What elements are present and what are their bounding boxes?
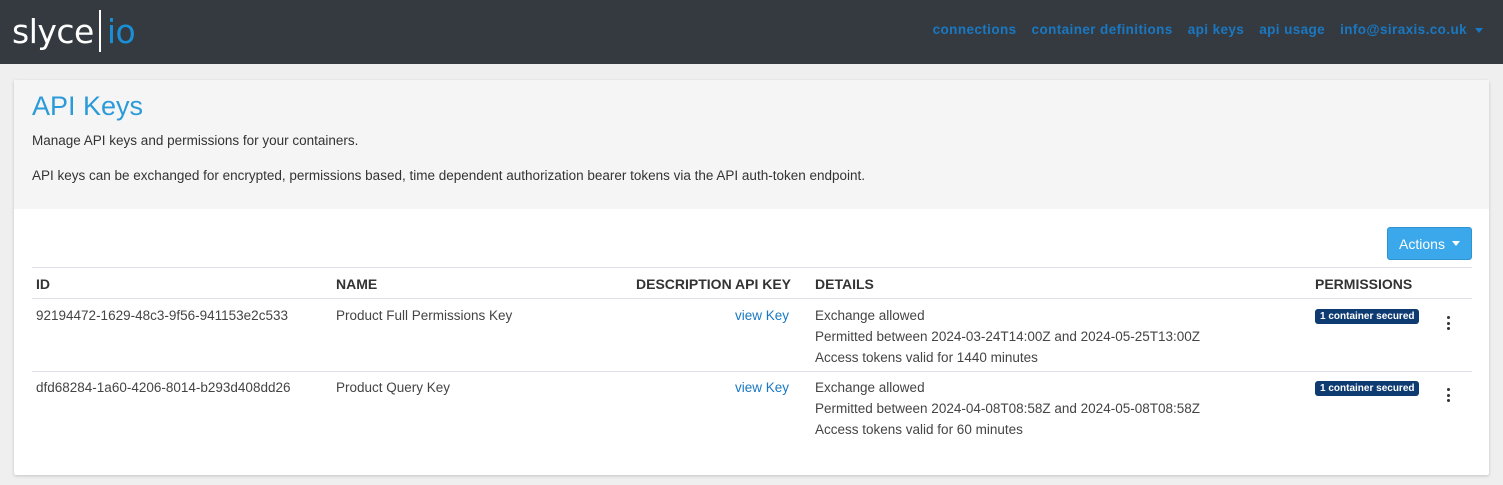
column-header-name: NAME	[336, 276, 378, 292]
details-token-validity: Access tokens valid for 60 minutes	[815, 422, 1023, 437]
nav-link-container-definitions[interactable]: container definitions	[1032, 22, 1173, 37]
api-keys-card: API Keys Manage API keys and permissions…	[14, 80, 1489, 475]
brand-divider	[98, 10, 101, 52]
page-title: API Keys	[32, 91, 144, 121]
brand-name-accent: io	[106, 11, 136, 51]
table-row-border	[32, 371, 1472, 372]
details-permitted-window: Permitted between 2024-04-08T08:58Z and …	[815, 401, 1201, 416]
column-header-api-key: API KEY	[735, 276, 792, 292]
page-subtitle: Manage API keys and permissions for your…	[32, 133, 359, 148]
actions-button-label: Actions	[1399, 235, 1445, 252]
chevron-down-icon	[1475, 27, 1483, 33]
column-header-permissions: PERMISSIONS	[1315, 276, 1413, 292]
row-name: Product Query Key	[336, 380, 451, 395]
kebab-menu-icon[interactable]	[1442, 315, 1454, 331]
row-id: 92194472-1629-48c3-9f56-941153e2c533	[36, 308, 288, 323]
column-header-details: DETAILS	[815, 276, 874, 292]
brand-name-primary: slyce	[12, 11, 94, 51]
details-permitted-window: Permitted between 2024-03-24T14:00Z and …	[815, 329, 1201, 344]
row-details: Exchange allowed Permitted between 2024-…	[815, 380, 1200, 443]
column-header-id: ID	[36, 276, 50, 292]
row-details: Exchange allowed Permitted between 2024-…	[815, 308, 1200, 371]
table-header-border	[32, 298, 1472, 299]
nav-link-api-keys[interactable]: api keys	[1188, 22, 1245, 37]
permissions-badge: 1 container secured	[1315, 381, 1420, 396]
kebab-menu-icon[interactable]	[1442, 387, 1454, 403]
row-id: dfd68284-1a60-4206-8014-b293d408dd26	[36, 380, 291, 395]
chevron-down-icon	[1451, 241, 1460, 246]
row-name: Product Full Permissions Key	[336, 308, 513, 323]
card-header: API Keys Manage API keys and permissions…	[14, 80, 1489, 209]
details-exchange: Exchange allowed	[815, 308, 925, 323]
view-key-link[interactable]: view Key	[735, 308, 789, 323]
table-top-border	[32, 267, 1472, 268]
view-key-link[interactable]: view Key	[735, 380, 789, 395]
permissions-badge: 1 container secured	[1315, 309, 1420, 324]
details-exchange: Exchange allowed	[815, 380, 925, 395]
nav-link-api-usage[interactable]: api usage	[1259, 22, 1325, 37]
nav-link-connections[interactable]: connections	[933, 22, 1017, 37]
column-header-description: DESCRIPTION	[636, 276, 732, 292]
user-menu-dropdown[interactable]: info@siraxis.co.uk	[1340, 22, 1483, 37]
details-token-validity: Access tokens valid for 1440 minutes	[815, 350, 1038, 365]
actions-dropdown-button[interactable]: Actions	[1387, 227, 1472, 260]
top-navbar: slyce io connections container definitio…	[0, 0, 1503, 64]
nav-links: connections container definitions api ke…	[918, 22, 1483, 37]
brand-logo[interactable]: slyce io	[12, 9, 136, 53]
page-description: API keys can be exchanged for encrypted,…	[32, 168, 866, 183]
user-email: info@siraxis.co.uk	[1340, 22, 1467, 37]
